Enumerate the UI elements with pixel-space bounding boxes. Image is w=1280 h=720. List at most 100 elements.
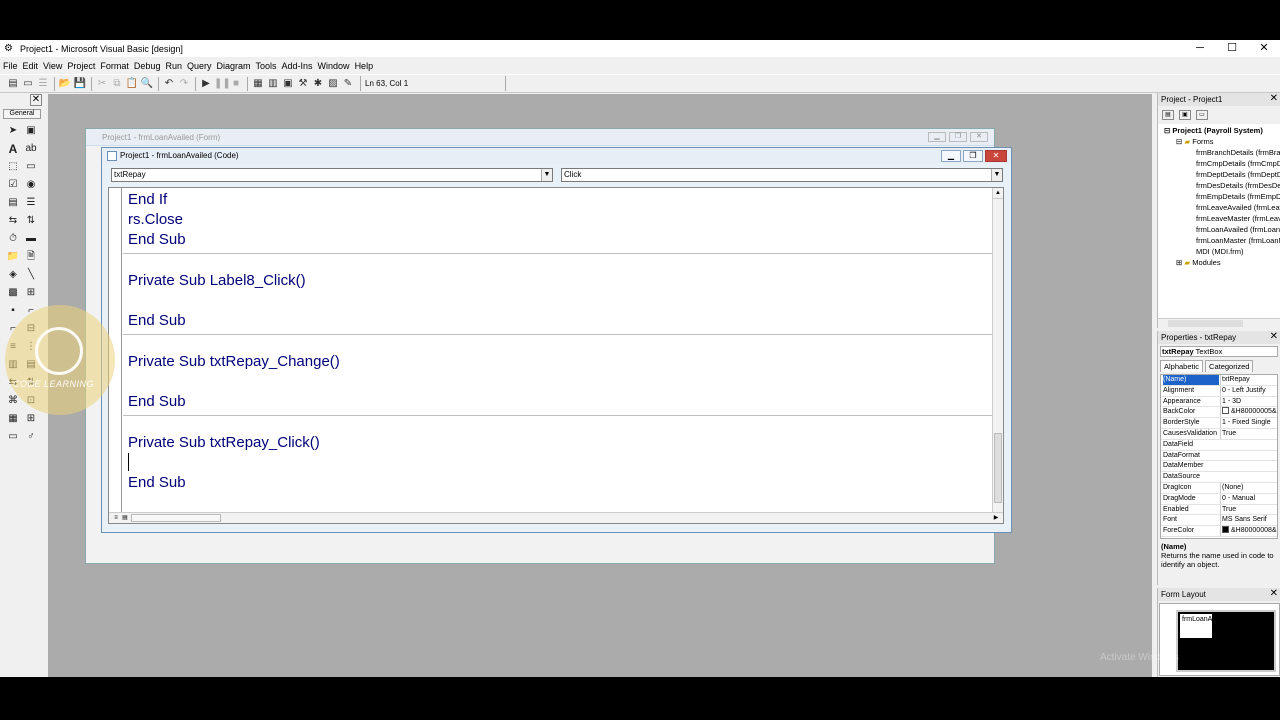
data-view-icon[interactable]: ▨ [326,77,340,91]
open-project-icon[interactable]: 📂 [58,77,72,91]
property-row[interactable]: BorderStyle 1 - Fixed Single [1161,418,1277,429]
cut-icon[interactable]: ✂ [95,77,109,91]
form-close-button[interactable]: ✕ [970,132,988,142]
hscrollbar-icon[interactable]: ⇆ [6,214,20,228]
object-browser-icon[interactable]: ⚒ [296,77,310,91]
shape-icon[interactable]: ◈ [6,268,20,282]
chevron-down-icon[interactable]: ▼ [541,169,552,181]
toolbox-control-icon[interactable]: ▭ [6,430,20,444]
tree-folder-forms[interactable]: ⊟ ▰ Forms [1176,137,1214,146]
form-restore-button[interactable]: ❐ [949,132,967,142]
menu-window[interactable]: Window [318,61,350,71]
view-object-icon[interactable]: ▣ [1179,110,1191,120]
menu-help[interactable]: Help [355,61,374,71]
view-code-icon[interactable]: ▤ [1162,110,1174,120]
menu-view[interactable]: View [43,61,62,71]
toolbox-icon[interactable]: ✱ [311,77,325,91]
combobox-icon[interactable]: ▤ [6,196,20,210]
end-icon[interactable]: ■ [229,77,243,91]
tree-item-form[interactable]: frmLeaveAvailed (frmLeaveAvailed.frm) [1196,203,1280,212]
find-icon[interactable]: 🔍 [140,77,154,91]
property-row[interactable]: BackColor &H80000005& [1161,407,1277,419]
form-layout-icon[interactable]: ▣ [281,77,295,91]
code-line[interactable]: rs.Close [128,211,183,228]
tab-categorized[interactable]: Categorized [1205,360,1254,372]
tree-item-form[interactable]: frmCmpDetails (frmCmpDetails.frm) [1196,159,1280,168]
code-line[interactable]: End Sub [128,231,186,248]
tree-root[interactable]: ⊟ Project1 (Payroll System) [1164,126,1263,135]
property-row[interactable]: Enabled True [1161,504,1277,516]
start-icon[interactable]: ▶ [199,77,213,91]
minimize-button[interactable]: ─ [1184,40,1216,57]
code-vertical-scrollbar[interactable]: ▲ [992,188,1003,513]
break-icon[interactable]: ❚❚ [214,77,231,91]
menu-diagram[interactable]: Diagram [216,61,250,71]
tree-item-form[interactable]: frmLoanMaster (frmLoanMaster.frm) [1196,236,1280,245]
project-explorer-icon[interactable]: ▦ [251,77,265,91]
full-module-view-icon[interactable]: ▤ [120,513,130,523]
tree-folder-modules[interactable]: ⊞ ▰ Modules [1176,258,1221,267]
toolbox-general-tab[interactable]: General [3,109,41,119]
drivelistbox-icon[interactable]: ▬ [24,232,38,246]
textbox-icon[interactable]: ab [24,142,38,156]
property-row[interactable]: CausesValidation True [1161,429,1277,440]
image-icon[interactable]: ▩ [6,286,20,300]
toolbox-close-icon[interactable]: ✕ [30,94,42,106]
label-icon[interactable]: A [6,142,20,156]
property-row[interactable]: Appearance 1 - 3D [1161,396,1277,408]
hscroll-thumb[interactable] [131,514,221,522]
property-row[interactable]: DataField [1161,440,1277,451]
project-hscroll-thumb[interactable] [1168,320,1243,327]
tree-item-form[interactable]: frmBranchDetails (frmBranchDetails.frm) [1196,148,1280,157]
redo-icon[interactable]: ↷ [177,77,191,91]
code-line[interactable]: End Sub [128,474,186,491]
listbox-icon[interactable]: ☰ [24,196,38,210]
undo-icon[interactable]: ↶ [162,77,176,91]
tree-item-form[interactable]: MDI (MDI.frm) [1196,247,1244,256]
data-control-icon[interactable]: ⊞ [24,286,38,300]
toggle-folders-icon[interactable]: ▭ [1196,110,1208,120]
properties-object-selector[interactable]: txtRepay TextBox [1160,346,1278,357]
code-horizontal-scrollbar[interactable]: ≡ ▤ ▶ [109,512,1003,523]
menu-file[interactable]: File [3,61,18,71]
menu-debug[interactable]: Debug [134,61,161,71]
optionbutton-icon[interactable]: ◉ [24,178,38,192]
tree-item-form[interactable]: frmLeaveMaster (frmLeaveMaster.frm) [1196,214,1280,223]
ole-icon[interactable]: ▪ [6,304,20,318]
line-icon[interactable]: ╲ [24,268,38,282]
code-line[interactable]: Private Sub Label8_Click() [128,272,306,289]
menu-tools[interactable]: Tools [256,61,277,71]
save-project-icon[interactable]: 💾 [73,77,87,91]
property-row[interactable]: DataMember [1161,461,1277,473]
code-minimize-button[interactable]: ▁ [941,150,961,162]
code-line[interactable]: Private Sub txtRepay_Click() [128,434,320,451]
form-layout-close-icon[interactable]: ✕ [1270,588,1278,599]
maximize-button[interactable]: ☐ [1216,40,1248,57]
property-row[interactable]: DataSource [1161,472,1277,483]
calendar-icon[interactable]: ▦ [6,412,20,426]
dirlistbox-icon[interactable]: 📁 [6,250,20,264]
properties-close-icon[interactable]: ✕ [1270,331,1278,342]
object-combobox[interactable]: txtRepay ▼ [111,168,553,182]
tree-item-form[interactable]: frmLoanAvailed (frmLoanAvailed.frm) [1196,225,1280,234]
filelistbox-icon[interactable]: 🗎 [24,250,38,264]
menu-add-ins[interactable]: Add-Ins [282,61,313,71]
vscrollbar-icon[interactable]: ⇅ [24,214,38,228]
close-button[interactable]: ✕ [1248,40,1280,57]
tree-item-form[interactable]: frmEmpDetails (frmEmpDetails.frm) [1196,192,1280,201]
add-form-icon[interactable]: ▭ [21,77,35,91]
picturebox-icon[interactable]: ▣ [24,124,38,138]
properties-window-icon[interactable]: ▥ [266,77,280,91]
property-row[interactable]: Font MS Sans Serif [1161,515,1277,527]
form-minimize-button[interactable]: ▁ [928,132,946,142]
commandbutton-icon[interactable]: ▭ [24,160,38,174]
property-row[interactable]: (Name) txtRepay [1161,375,1277,386]
menu-edit[interactable]: Edit [23,61,39,71]
project-explorer-close-icon[interactable]: ✕ [1270,93,1278,104]
form-layout-mini-form[interactable]: frmLoanA [1180,614,1212,638]
property-row[interactable]: DataFormat [1161,451,1277,462]
component-manager-icon[interactable]: ✎ [341,77,355,91]
add-project-icon[interactable]: ▤ [6,77,20,91]
procedure-combobox[interactable]: Click ▼ [561,168,1003,182]
toolbox-control-icon[interactable]: ⊞ [24,412,38,426]
